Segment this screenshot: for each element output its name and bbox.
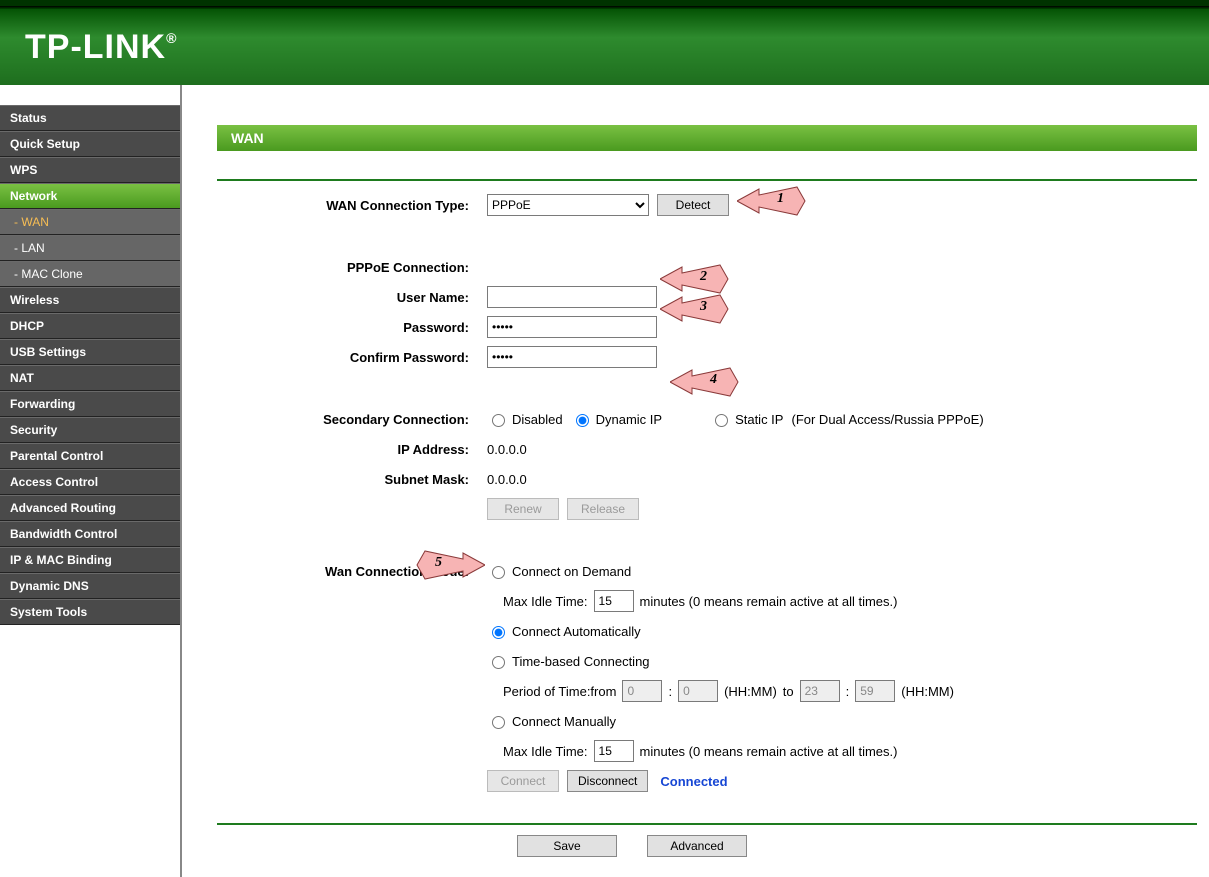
main-content: WAN WAN Connection Type: PPPoE Detect PP…	[182, 85, 1209, 877]
sidebar-item-parental-control[interactable]: Parental Control	[0, 443, 180, 469]
save-button[interactable]: Save	[517, 835, 617, 857]
radio-timebased[interactable]: Time-based Connecting	[487, 653, 650, 669]
sidebar-item-security[interactable]: Security	[0, 417, 180, 443]
header-stripe	[0, 6, 1209, 9]
sidebar-sub-lan[interactable]: - LAN	[0, 235, 180, 261]
header: TP-LINK®	[0, 0, 1209, 85]
password-input[interactable]	[487, 316, 657, 338]
radio-demand-label: Connect on Demand	[512, 564, 631, 579]
sidebar-sub-mac-clone[interactable]: - MAC Clone	[0, 261, 180, 287]
renew-button[interactable]: Renew	[487, 498, 559, 520]
radio-timebased-input[interactable]	[492, 656, 505, 669]
radio-manual[interactable]: Connect Manually	[487, 713, 616, 729]
sidebar-item-status[interactable]: Status	[0, 105, 180, 131]
idle-note-1: minutes (0 means remain active at all ti…	[640, 594, 898, 609]
label-to: to	[783, 684, 794, 699]
detect-button[interactable]: Detect	[657, 194, 729, 216]
label-mode: Wan Connection Mode:	[217, 564, 487, 579]
label-secondary: Secondary Connection:	[217, 412, 487, 427]
time-to-m[interactable]	[855, 680, 895, 702]
sidebar-item-bandwidth-control[interactable]: Bandwidth Control	[0, 521, 180, 547]
idle-time-1-input[interactable]	[594, 590, 634, 612]
username-input[interactable]	[487, 286, 657, 308]
time-from-h[interactable]	[622, 680, 662, 702]
radio-sec-static-input[interactable]	[715, 414, 728, 427]
label-period: Period of Time:from	[503, 684, 616, 699]
label-pppoe-section: PPPoE Connection:	[217, 260, 487, 275]
sidebar-item-wireless[interactable]: Wireless	[0, 287, 180, 313]
radio-demand[interactable]: Connect on Demand	[487, 563, 631, 579]
release-button[interactable]: Release	[567, 498, 639, 520]
idle-time-2-input[interactable]	[594, 740, 634, 762]
sidebar-item-nat[interactable]: NAT	[0, 365, 180, 391]
sidebar-item-dhcp[interactable]: DHCP	[0, 313, 180, 339]
radio-sec-dynamic[interactable]: Dynamic IP	[571, 411, 662, 427]
sidebar-item-wps[interactable]: WPS	[0, 157, 180, 183]
label-username: User Name:	[217, 290, 487, 305]
label-idle-2: Max Idle Time:	[503, 744, 588, 759]
radio-sec-disabled-label: Disabled	[512, 412, 563, 427]
hhmm-1: (HH:MM)	[724, 684, 777, 699]
radio-sec-static-label: Static IP	[735, 412, 783, 427]
advanced-button[interactable]: Advanced	[647, 835, 747, 857]
sidebar-item-forwarding[interactable]: Forwarding	[0, 391, 180, 417]
sidebar: Status Quick Setup WPS Network - WAN - L…	[0, 85, 182, 877]
secondary-note: (For Dual Access/Russia PPPoE)	[791, 412, 983, 427]
sidebar-item-system-tools[interactable]: System Tools	[0, 599, 180, 625]
value-ip: 0.0.0.0	[487, 442, 527, 457]
label-confirm: Confirm Password:	[217, 350, 487, 365]
label-mask: Subnet Mask:	[217, 472, 487, 487]
connection-status: Connected	[660, 774, 727, 789]
hhmm-2: (HH:MM)	[901, 684, 954, 699]
radio-sec-static[interactable]: Static IP	[710, 411, 783, 427]
radio-sec-disabled[interactable]: Disabled	[487, 411, 563, 427]
label-password: Password:	[217, 320, 487, 335]
radio-demand-input[interactable]	[492, 566, 505, 579]
sidebar-item-advanced-routing[interactable]: Advanced Routing	[0, 495, 180, 521]
sidebar-sub-wan[interactable]: - WAN	[0, 209, 180, 235]
brand-logo: TP-LINK®	[25, 28, 177, 67]
sidebar-item-ip-mac-binding[interactable]: IP & MAC Binding	[0, 547, 180, 573]
select-conn-type[interactable]: PPPoE	[487, 194, 649, 216]
connect-button[interactable]: Connect	[487, 770, 559, 792]
radio-auto-label: Connect Automatically	[512, 624, 641, 639]
time-from-m[interactable]	[678, 680, 718, 702]
radio-timebased-label: Time-based Connecting	[512, 654, 650, 669]
label-idle-1: Max Idle Time:	[503, 594, 588, 609]
divider	[217, 179, 1197, 181]
value-mask: 0.0.0.0	[487, 472, 527, 487]
radio-sec-disabled-input[interactable]	[492, 414, 505, 427]
disconnect-button[interactable]: Disconnect	[567, 770, 648, 792]
idle-note-2: minutes (0 means remain active at all ti…	[640, 744, 898, 759]
sidebar-item-access-control[interactable]: Access Control	[0, 469, 180, 495]
radio-auto[interactable]: Connect Automatically	[487, 623, 641, 639]
confirm-password-input[interactable]	[487, 346, 657, 368]
page-title: WAN	[217, 125, 1197, 151]
label-conn-type: WAN Connection Type:	[217, 198, 487, 213]
radio-sec-dynamic-input[interactable]	[576, 414, 589, 427]
sidebar-item-usb-settings[interactable]: USB Settings	[0, 339, 180, 365]
sidebar-item-network[interactable]: Network	[0, 183, 180, 209]
radio-manual-label: Connect Manually	[512, 714, 616, 729]
radio-sec-dynamic-label: Dynamic IP	[596, 412, 662, 427]
label-ip: IP Address:	[217, 442, 487, 457]
sidebar-item-quick-setup[interactable]: Quick Setup	[0, 131, 180, 157]
sidebar-item-dynamic-dns[interactable]: Dynamic DNS	[0, 573, 180, 599]
radio-auto-input[interactable]	[492, 626, 505, 639]
divider-bottom	[217, 823, 1197, 825]
radio-manual-input[interactable]	[492, 716, 505, 729]
time-to-h[interactable]	[800, 680, 840, 702]
